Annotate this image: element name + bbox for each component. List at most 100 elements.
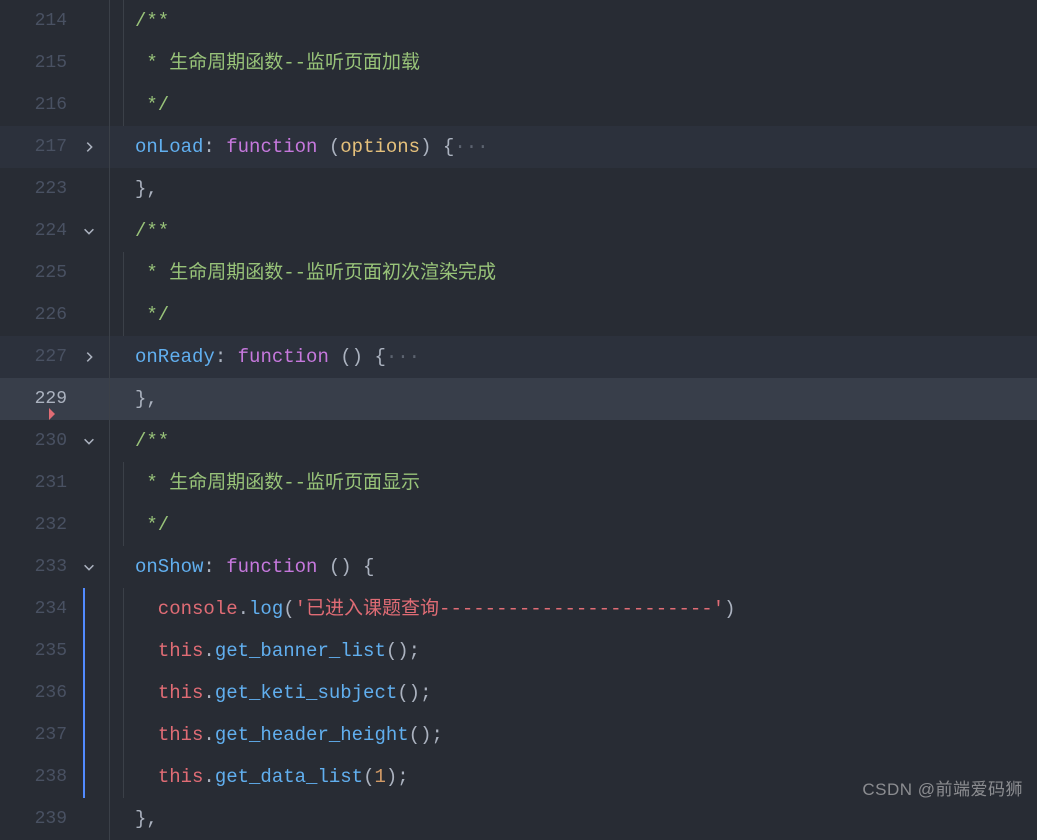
code-content[interactable]: }, [135,798,1037,840]
fold-gutter[interactable] [77,588,105,630]
chevron-down-icon[interactable] [79,431,99,451]
code-content[interactable]: this.get_header_height(); [135,714,1037,756]
indent-guides [105,420,135,462]
code-content[interactable]: * 生命周期函数--监听页面加载 [135,42,1037,84]
line-number[interactable]: 239 [0,798,77,840]
fold-gutter[interactable] [77,630,105,672]
line-number[interactable]: 217 [0,126,77,168]
indent-guides [105,462,135,504]
fold-gutter[interactable] [77,798,105,840]
fold-gutter[interactable] [77,756,105,798]
line-number[interactable]: 223 [0,168,77,210]
code-line[interactable]: 227 onReady: function () {··· [0,336,1037,378]
fold-gutter[interactable] [77,42,105,84]
code-line[interactable]: 223}, [0,168,1037,210]
fold-gutter[interactable] [77,210,105,252]
code-line[interactable]: 214 /** [0,0,1037,42]
fold-gutter[interactable] [77,546,105,588]
code-line[interactable]: 216 */ [0,84,1037,126]
fold-gutter[interactable] [77,672,105,714]
code-content[interactable]: */ [135,504,1037,546]
fold-gutter[interactable] [77,504,105,546]
line-number[interactable]: 229 [0,378,77,420]
indent-guides [105,0,135,42]
code-content[interactable]: this.get_banner_list(); [135,630,1037,672]
fold-gutter[interactable] [77,0,105,42]
fold-gutter[interactable] [77,336,105,378]
line-number[interactable]: 230 [0,420,77,462]
indent-guides [105,798,135,840]
line-number[interactable]: 215 [0,42,77,84]
fold-gutter[interactable] [77,420,105,462]
code-content[interactable]: }, [135,378,1037,420]
line-number[interactable]: 235 [0,630,77,672]
code-line[interactable]: 234 console.log('已进入课题查询----------------… [0,588,1037,630]
fold-gutter[interactable] [77,168,105,210]
line-number[interactable]: 232 [0,504,77,546]
code-content[interactable]: onReady: function () {··· [135,336,1037,378]
line-number[interactable]: 227 [0,336,77,378]
code-line[interactable]: 233 onShow: function () { [0,546,1037,588]
code-content[interactable]: */ [135,84,1037,126]
fold-gutter[interactable] [77,84,105,126]
code-content[interactable]: * 生命周期函数--监听页面显示 [135,462,1037,504]
code-editor[interactable]: 214/**215 * 生命周期函数--监听页面加载216 */217onLoa… [0,0,1037,814]
code-line[interactable]: 230 /** [0,420,1037,462]
code-content[interactable]: /** [135,210,1037,252]
line-number[interactable]: 234 [0,588,77,630]
line-number[interactable]: 225 [0,252,77,294]
line-number[interactable]: 238 [0,756,77,798]
chevron-down-icon[interactable] [79,221,99,241]
fold-gutter[interactable] [77,126,105,168]
code-content[interactable]: /** [135,0,1037,42]
chevron-right-icon[interactable] [79,347,99,367]
line-number[interactable]: 231 [0,462,77,504]
code-line[interactable]: 224 /** [0,210,1037,252]
fold-gutter[interactable] [77,294,105,336]
code-content[interactable]: onShow: function () { [135,546,1037,588]
code-content[interactable]: /** [135,420,1037,462]
indent-guides [105,756,135,798]
fold-gutter[interactable] [77,714,105,756]
code-content[interactable]: */ [135,294,1037,336]
code-line[interactable]: 231 * 生命周期函数--监听页面显示 [0,462,1037,504]
line-number[interactable]: 236 [0,672,77,714]
indent-guides [105,336,135,378]
code-content[interactable]: console.log('已进入课题查询--------------------… [135,588,1037,630]
chevron-right-icon[interactable] [79,137,99,157]
indent-guides [105,126,135,168]
code-content[interactable]: onLoad: function (options) {··· [135,126,1037,168]
indent-guides [105,84,135,126]
line-number[interactable]: 214 [0,0,77,42]
code-line[interactable]: 235 this.get_banner_list(); [0,630,1037,672]
indent-guides [105,168,135,210]
fold-gutter[interactable] [77,462,105,504]
code-line[interactable]: 238 this.get_data_list(1); [0,756,1037,798]
code-content[interactable]: this.get_data_list(1); [135,756,1037,798]
code-line[interactable]: 229}, [0,378,1037,420]
fold-gutter[interactable] [77,252,105,294]
indent-guides [105,588,135,630]
code-line[interactable]: 239}, [0,798,1037,840]
code-line[interactable]: 236 this.get_keti_subject(); [0,672,1037,714]
code-line[interactable]: 217 onLoad: function (options) {··· [0,126,1037,168]
code-line[interactable]: 226 */ [0,294,1037,336]
code-content[interactable]: }, [135,168,1037,210]
chevron-down-icon[interactable] [79,557,99,577]
indent-guides [105,672,135,714]
line-number[interactable]: 224 [0,210,77,252]
fold-gutter[interactable] [77,378,105,420]
line-number[interactable]: 233 [0,546,77,588]
indent-guides [105,42,135,84]
code-line[interactable]: 215 * 生命周期函数--监听页面加载 [0,42,1037,84]
code-line[interactable]: 237 this.get_header_height(); [0,714,1037,756]
indent-guides [105,630,135,672]
line-number[interactable]: 237 [0,714,77,756]
code-line[interactable]: 232 */ [0,504,1037,546]
indent-guides [105,294,135,336]
line-number[interactable]: 226 [0,294,77,336]
code-content[interactable]: * 生命周期函数--监听页面初次渲染完成 [135,252,1037,294]
line-number[interactable]: 216 [0,84,77,126]
code-content[interactable]: this.get_keti_subject(); [135,672,1037,714]
code-line[interactable]: 225 * 生命周期函数--监听页面初次渲染完成 [0,252,1037,294]
